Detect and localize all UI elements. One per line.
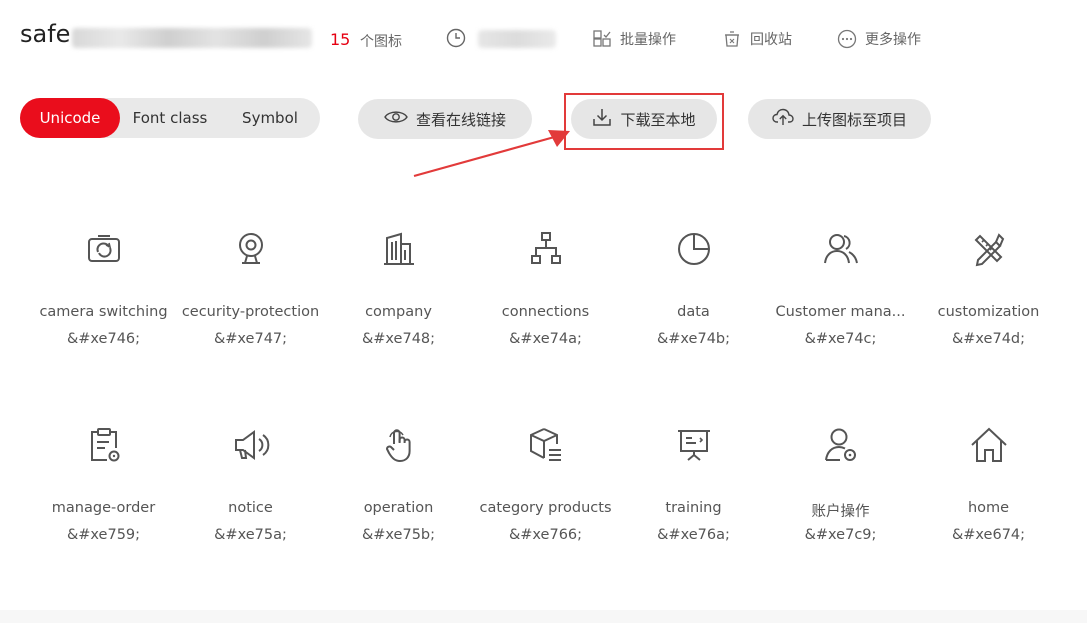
batch-operation-button[interactable]: 批量操作 (592, 28, 676, 50)
icon-card[interactable]: connections &#xe74a; (472, 210, 619, 380)
clock-icon (446, 28, 466, 48)
eye-icon (384, 109, 408, 129)
icon-card[interactable]: training &#xe76a; (620, 406, 767, 576)
icon-card[interactable]: category products &#xe766; (472, 406, 619, 576)
icon-code: &#xe759; (66, 527, 141, 543)
megaphone-icon (232, 426, 270, 464)
icon-card[interactable]: operation &#xe75b; (325, 406, 472, 576)
icon-card[interactable]: 账户操作 &#xe7c9; (767, 406, 914, 576)
icon-card[interactable]: home &#xe674; (915, 406, 1062, 576)
upload-to-project-button[interactable]: 上传图标至项目 (748, 99, 931, 139)
icon-code: &#xe74a; (509, 331, 582, 347)
users-icon (822, 230, 860, 268)
tab-unicode[interactable]: Unicode (20, 98, 120, 138)
tab-symbol[interactable]: Symbol (220, 98, 320, 138)
icon-name: manage-order (51, 500, 156, 516)
icon-name: connections (501, 304, 590, 320)
tools-icon (970, 230, 1008, 268)
hierarchy-icon (527, 230, 565, 268)
icon-name: customization (937, 304, 1040, 320)
home-icon (970, 426, 1008, 464)
icon-code: &#xe748; (361, 331, 436, 347)
tab-font-class[interactable]: Font class (120, 98, 220, 138)
project-title: safe (20, 20, 71, 48)
icon-name: 账户操作 (811, 504, 870, 520)
icon-card[interactable]: cecurity-protection &#xe747; (177, 210, 324, 380)
trash-icon (722, 29, 742, 49)
icon-code: &#xe74d; (951, 331, 1026, 347)
icon-card[interactable]: data &#xe74b; (620, 210, 767, 380)
icon-code: &#xe74b; (656, 331, 731, 347)
pie-chart-icon (675, 230, 713, 268)
touch-icon (380, 426, 418, 464)
building-icon (380, 230, 418, 268)
icon-card[interactable]: camera switching &#xe746; (30, 210, 177, 380)
icon-card[interactable]: manage-order &#xe759; (30, 406, 177, 576)
project-header: safe 15 个图标 批量操作 回收站 更多操作 (0, 0, 1087, 80)
more-icon (837, 29, 857, 49)
icon-code: &#xe746; (66, 331, 141, 347)
icon-code: &#xe674; (951, 527, 1026, 543)
format-tabs: Unicode Font class Symbol (20, 98, 320, 138)
icon-name: training (665, 500, 722, 516)
icon-code: &#xe747; (213, 331, 288, 347)
cloud-upload-icon (772, 107, 794, 131)
user-settings-icon (822, 426, 860, 464)
security-camera-icon (232, 230, 270, 268)
presentation-icon (675, 426, 713, 464)
icon-code: &#xe75b; (361, 527, 436, 543)
box-list-icon (527, 426, 565, 464)
icon-name: category products (479, 500, 612, 516)
icon-card[interactable]: company &#xe748; (325, 210, 472, 380)
icon-card[interactable]: customization &#xe74d; (915, 210, 1062, 380)
icon-code: &#xe766; (508, 527, 583, 543)
icon-code: &#xe74c; (804, 331, 877, 347)
annotation-arrow (413, 130, 570, 178)
clipboard-settings-icon (85, 426, 123, 464)
icon-name: cecurity-protection (181, 304, 320, 320)
icon-name: operation (363, 500, 434, 516)
icon-name: home (967, 500, 1010, 516)
icon-name: camera switching (39, 304, 168, 320)
icon-code: &#xe76a; (657, 527, 730, 543)
recycle-bin-label: 回收站 (750, 32, 792, 48)
batch-icon (592, 29, 612, 49)
more-actions-label: 更多操作 (865, 32, 921, 48)
icon-name: notice (228, 500, 273, 516)
icon-name: data (677, 304, 710, 320)
icon-count: 15 (330, 30, 351, 49)
upload-to-project-label: 上传图标至项目 (801, 110, 907, 129)
batch-operation-label: 批量操作 (620, 32, 676, 48)
redacted-project-name (72, 28, 312, 48)
icon-name: Customer mana... (775, 304, 906, 320)
icon-name: company (365, 304, 432, 320)
recycle-bin-button[interactable]: 回收站 (722, 28, 792, 50)
icon-card[interactable]: Customer mana... &#xe74c; (767, 210, 914, 380)
icon-code: &#xe7c9; (804, 527, 877, 543)
icon-code: &#xe75a; (214, 527, 287, 543)
icon-count-label: 个图标 (360, 34, 402, 50)
redacted-timestamp (478, 30, 556, 48)
icon-project-panel: safe 15 个图标 批量操作 回收站 更多操作 Unicode Font c… (0, 0, 1087, 610)
more-actions-button[interactable]: 更多操作 (837, 28, 921, 50)
icon-card[interactable]: notice &#xe75a; (177, 406, 324, 576)
camera-switch-icon (85, 230, 123, 268)
